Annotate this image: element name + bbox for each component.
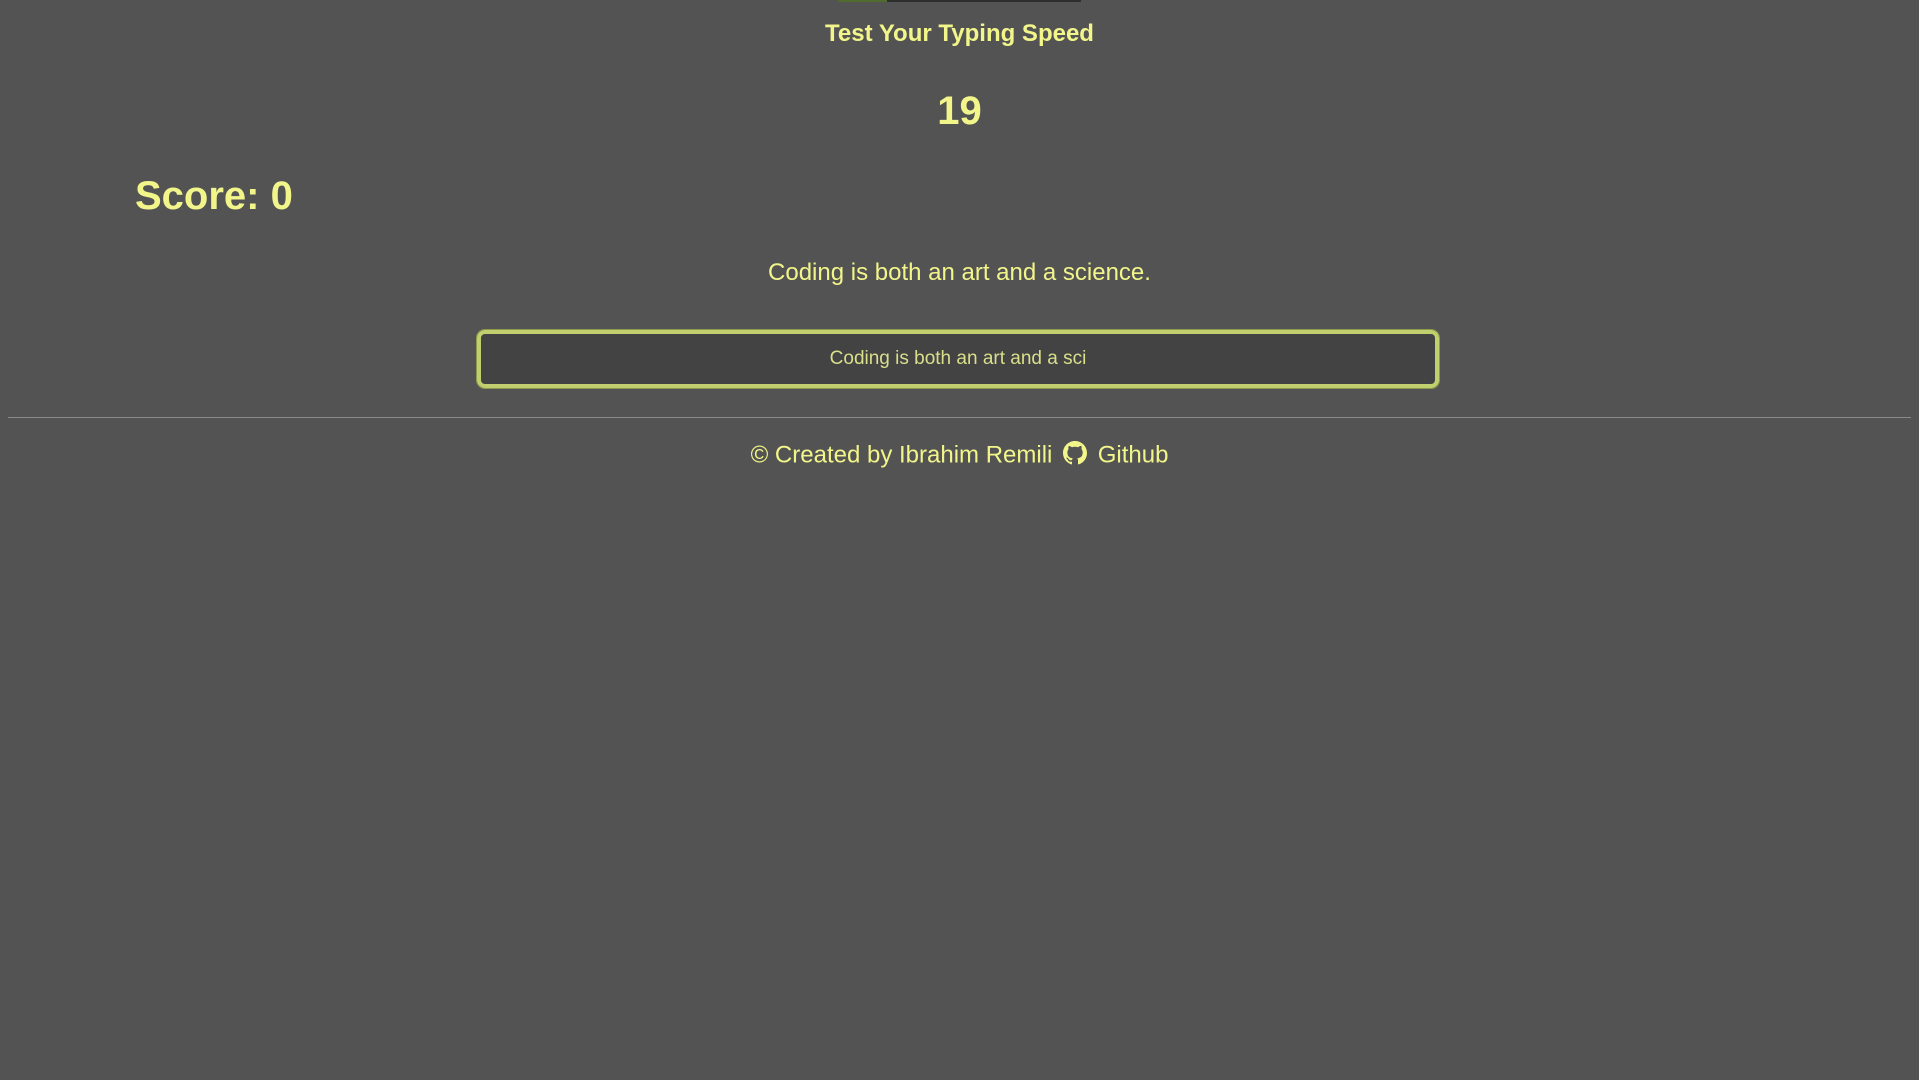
top-progress-bar <box>838 0 1081 2</box>
github-link-label: Github <box>1097 441 1169 469</box>
footer: © Created by Ibrahim Remili Github <box>0 441 1919 470</box>
typing-input[interactable] <box>476 329 1440 389</box>
footer-credit: © Created by Ibrahim Remili <box>750 441 1053 469</box>
target-phrase: Coding is both an art and a science. <box>768 259 1151 286</box>
top-progress-fill <box>838 0 887 2</box>
timer-display: 19 <box>937 89 982 133</box>
github-link[interactable]: Github <box>1059 441 1169 469</box>
score-display: Score: 0 <box>135 174 293 218</box>
github-icon <box>1063 441 1088 465</box>
footer-divider <box>8 417 1911 418</box>
page-title: Test Your Typing Speed <box>825 20 1094 47</box>
